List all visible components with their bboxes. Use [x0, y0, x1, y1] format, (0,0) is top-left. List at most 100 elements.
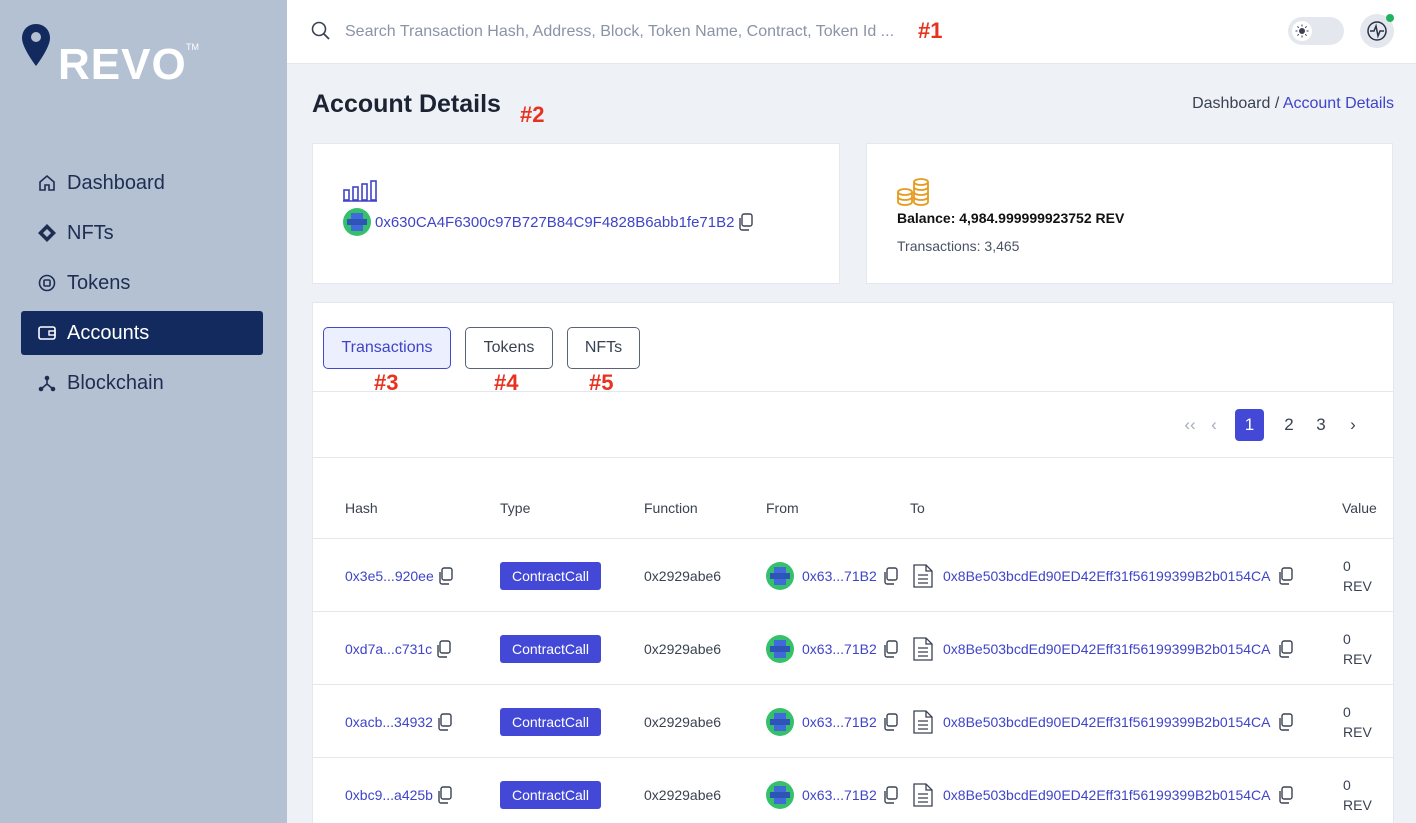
- sidebar-item-accounts[interactable]: Accounts: [21, 311, 263, 355]
- column-header-from: From: [766, 500, 799, 516]
- type-cell: ContractCall: [500, 685, 602, 758]
- pagination-first-button[interactable]: ‹‹: [1183, 415, 1197, 435]
- sidebar-item-tokens[interactable]: Tokens: [21, 261, 263, 305]
- value-cell: 0 REV: [1343, 758, 1372, 823]
- tx-function: 0x2929abe6: [644, 567, 722, 584]
- tx-type-badge: ContractCall: [500, 561, 602, 590]
- network-status-button[interactable]: [1360, 14, 1394, 48]
- from-address-link[interactable]: 0x63...71B2: [802, 714, 877, 730]
- type-cell: ContractCall: [500, 612, 602, 685]
- column-header-function: Function: [644, 500, 698, 516]
- value-cell: 0 REV: [1343, 685, 1372, 758]
- tx-function: 0x2929abe6: [644, 640, 722, 657]
- tab-nfts[interactable]: NFTs: [567, 327, 640, 369]
- copy-icon[interactable]: [883, 566, 899, 585]
- account-activity-panel: Transactions Tokens NFTs #3 #4 #5 ‹‹ ‹ 1…: [312, 302, 1394, 823]
- theme-toggle[interactable]: [1288, 17, 1344, 45]
- breadcrumb-dashboard[interactable]: Dashboard /: [1192, 95, 1279, 112]
- copy-icon[interactable]: [883, 785, 899, 804]
- avatar: [766, 707, 794, 736]
- transactions-table-section: ‹‹ ‹ 1 2 3 › Hash Type Function From To …: [313, 391, 1394, 813]
- tx-hash-link[interactable]: 0xbc9...a425b: [345, 787, 433, 803]
- annotation-marker: #3: [374, 370, 399, 395]
- to-address-link[interactable]: 0x8Be503bcdEd90ED42Eff31f56199399B2b0154…: [943, 714, 1270, 730]
- to-address-link[interactable]: 0x8Be503bcdEd90ED42Eff31f56199399B2b0154…: [943, 787, 1270, 803]
- copy-icon[interactable]: [738, 213, 754, 231]
- contract-document-icon: [913, 709, 933, 734]
- tx-function: 0x2929abe6: [644, 786, 722, 803]
- from-cell: 0x63...71B2: [766, 612, 899, 685]
- tab-transactions[interactable]: Transactions: [323, 327, 451, 369]
- account-balance: Balance: 4,984.999999923752 REV: [897, 210, 1125, 226]
- to-cell: 0x8Be503bcdEd90ED42Eff31f56199399B2b0154…: [913, 685, 1294, 758]
- tx-value-amount: 0: [1343, 630, 1351, 647]
- copy-icon[interactable]: [1278, 785, 1294, 804]
- search-icon: [311, 21, 330, 40]
- revo-logo[interactable]: REVO TM: [22, 24, 222, 89]
- contract-document-icon: [913, 782, 933, 807]
- pagination-next-button[interactable]: ›: [1346, 415, 1360, 435]
- tx-hash-link[interactable]: 0xd7a...c731c: [345, 641, 432, 657]
- token-icon: [37, 273, 57, 293]
- column-header-hash: Hash: [345, 500, 378, 516]
- from-address-link[interactable]: 0x63...71B2: [802, 787, 877, 803]
- hash-cell: 0xbc9...a425b: [345, 758, 453, 823]
- account-address[interactable]: 0x630CA4F6300c97B727B84C9F4828B6abb1fe71…: [375, 214, 734, 231]
- function-cell: 0x2929abe6: [644, 612, 721, 685]
- tx-hash-link[interactable]: 0xacb...34932: [345, 714, 433, 730]
- copy-icon[interactable]: [1278, 639, 1294, 658]
- tx-type-badge: ContractCall: [500, 707, 602, 736]
- sidebar-item-blockchain[interactable]: Blockchain: [21, 361, 263, 405]
- copy-icon[interactable]: [437, 712, 453, 731]
- copy-icon[interactable]: [1278, 566, 1294, 585]
- tx-value-unit: REV: [1343, 723, 1372, 740]
- copy-icon[interactable]: [436, 639, 452, 658]
- type-cell: ContractCall: [500, 758, 602, 823]
- account-address-card: 0x630CA4F6300c97B727B84C9F4828B6abb1fe71…: [312, 143, 840, 284]
- from-address-link[interactable]: 0x63...71B2: [802, 568, 877, 584]
- pagination-prev-button[interactable]: ‹: [1207, 415, 1221, 435]
- tx-value-unit: REV: [1343, 577, 1372, 594]
- topbar: #1: [287, 0, 1416, 64]
- pagination-page-1[interactable]: 1: [1235, 409, 1264, 441]
- pagination-page-2[interactable]: 2: [1282, 415, 1296, 435]
- to-cell: 0x8Be503bcdEd90ED42Eff31f56199399B2b0154…: [913, 612, 1294, 685]
- hash-cell: 0xd7a...c731c: [345, 612, 452, 685]
- page-title: Account Details: [312, 90, 501, 118]
- search-input[interactable]: [345, 18, 905, 46]
- tx-hash-link[interactable]: 0x3e5...920ee: [345, 568, 434, 584]
- tab-label: NFTs: [584, 339, 623, 356]
- from-address-link[interactable]: 0x63...71B2: [802, 641, 877, 657]
- online-status-dot: [1386, 14, 1394, 22]
- copy-icon[interactable]: [437, 785, 453, 804]
- pagination: ‹‹ ‹ 1 2 3 ›: [1173, 409, 1360, 441]
- sun-icon: [1292, 21, 1312, 41]
- annotation-marker: #1: [918, 18, 943, 43]
- copy-icon[interactable]: [883, 712, 899, 731]
- sidebar-item-label: Dashboard: [67, 171, 165, 194]
- activity-icon: [1367, 21, 1387, 41]
- sidebar-item-dashboard[interactable]: Dashboard: [21, 161, 263, 205]
- pagination-page-3[interactable]: 3: [1314, 415, 1328, 435]
- tx-function: 0x2929abe6: [644, 713, 722, 730]
- copy-icon[interactable]: [438, 566, 454, 585]
- tx-type-badge: ContractCall: [500, 780, 602, 809]
- to-address-link[interactable]: 0x8Be503bcdEd90ED42Eff31f56199399B2b0154…: [943, 641, 1270, 657]
- diamond-icon: [37, 223, 57, 243]
- to-address-link[interactable]: 0x8Be503bcdEd90ED42Eff31f56199399B2b0154…: [943, 568, 1270, 584]
- tx-value-amount: 0: [1343, 703, 1351, 720]
- copy-icon[interactable]: [883, 639, 899, 658]
- network-icon: [37, 373, 57, 393]
- sidebar-item-nfts[interactable]: NFTs: [21, 211, 263, 255]
- table-row: 0xbc9...a425b ContractCall 0x2929abe6 0x…: [313, 757, 1394, 823]
- type-cell: ContractCall: [500, 539, 602, 612]
- annotation-marker: #2: [520, 102, 545, 127]
- account-address-row: 0x630CA4F6300c97B727B84C9F4828B6abb1fe71…: [343, 208, 754, 236]
- sidebar: REVO TM Dashboard NFTs Tokens Accounts B…: [0, 0, 287, 823]
- tab-label: Tokens: [483, 339, 535, 356]
- copy-icon[interactable]: [1278, 712, 1294, 731]
- annotation-marker: #5: [589, 370, 614, 395]
- tab-tokens[interactable]: Tokens: [465, 327, 553, 369]
- wallet-icon: [37, 323, 57, 343]
- avatar: [343, 208, 371, 236]
